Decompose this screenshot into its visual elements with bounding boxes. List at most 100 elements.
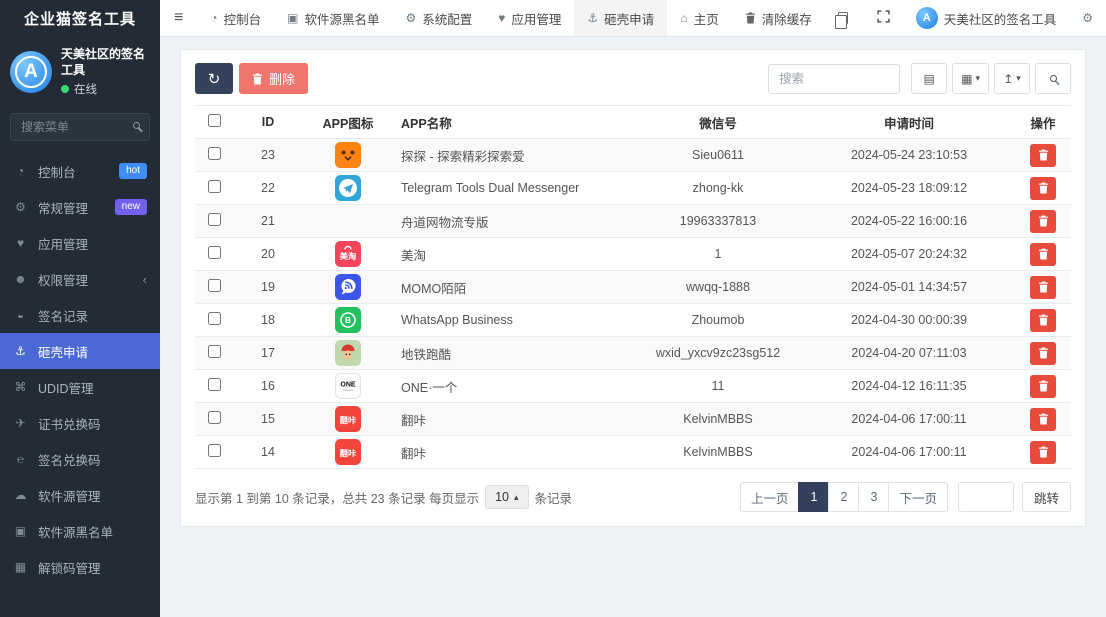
sidebar-item-udid[interactable]: ⌘ UDID管理 [0, 369, 160, 405]
row-delete-button[interactable] [1030, 176, 1056, 200]
page-button-2[interactable]: 2 [828, 482, 860, 512]
page-size-dropdown[interactable]: 10 ▴ [485, 485, 529, 509]
page-button-3[interactable]: 3 [858, 482, 890, 512]
caret-up-icon: ▴ [513, 491, 519, 502]
row-delete-button[interactable] [1030, 143, 1056, 167]
sidebar-item-general[interactable]: ⚙ 常规管理 new [0, 189, 160, 225]
row-checkbox[interactable] [207, 312, 221, 325]
row-checkbox[interactable] [207, 147, 221, 160]
avatar[interactable]: A [10, 50, 52, 93]
table-row: 19 MOMO陌陌 wwqq-1888 2024-05-01 14:34:57 [195, 270, 1071, 304]
record-summary-suffix: 条记录 [534, 491, 573, 506]
jump-page-input[interactable] [957, 482, 1014, 512]
sidebar-item-apps[interactable]: ♥ 应用管理 [0, 225, 160, 261]
sidebar-item-label: 软件源黑名单 [38, 525, 114, 540]
row-select-cell [195, 303, 233, 337]
row-delete-button[interactable] [1030, 209, 1056, 233]
table-card: ↻ 删除 ▤▦▾↥▾ ID APP图标 APP名称 微信号 申请时间 [180, 49, 1086, 527]
refresh-button[interactable]: ↻ [195, 63, 233, 94]
row-checkbox[interactable] [207, 246, 221, 259]
app-name: 美淘 [393, 237, 633, 271]
row-delete-button[interactable] [1030, 341, 1056, 365]
column-header-wechat: 微信号 [633, 105, 803, 139]
row-delete-button[interactable] [1030, 374, 1056, 398]
column-header-icon: APP图标 [303, 105, 393, 139]
row-delete-button[interactable] [1030, 407, 1056, 431]
jump-button[interactable]: 跳转 [1021, 482, 1071, 512]
sidebar: 企业猫签名工具 A 天美社区的签名工具 在线 ◔ 控制台 hot ⚙ 常规管理 new ♥ 应… [0, 0, 160, 617]
apply-time: 2024-05-23 18:09:12 [803, 171, 1015, 205]
row-checkbox[interactable] [207, 378, 221, 391]
clear-cache-link[interactable]: 清除缓存 [732, 0, 825, 36]
page-button-1[interactable]: 1 [798, 482, 830, 512]
row-icon-cell: 翻咔 [303, 435, 393, 469]
export-button[interactable]: ↥ ▾ [994, 63, 1030, 94]
top-navigation: ◔ 控制台 ▣ 软件源黑名单 ⚙ 系统配置 ♥ 应用管理 ⚓ 砸壳申请 [197, 0, 668, 36]
topbar: ≡ ◔ 控制台 ▣ 软件源黑名单 ⚙ 系统配置 ♥ 应用管理 ⚓ 砸壳申请 ⌂ 主页 清除缓存 A… [160, 0, 1106, 37]
bulk-delete-button[interactable]: 删除 [239, 63, 309, 94]
anchor-icon: ⚓ [587, 11, 599, 25]
row-delete-button[interactable] [1030, 242, 1056, 266]
row-checkbox[interactable] [207, 444, 221, 457]
refresh-icon: ↻ [207, 70, 221, 88]
row-actions-cell [1015, 138, 1071, 172]
wechat-id: KelvinMBBS [633, 435, 803, 469]
sidebar-item-cert-codes[interactable]: ✈ 证书兑换码 [0, 405, 160, 441]
table-search-input[interactable] [768, 63, 901, 94]
caret-down-icon: ▾ [975, 73, 980, 83]
copy-button[interactable] [825, 0, 864, 36]
sidebar-item-dashboard[interactable]: ◔ 控制台 hot [0, 153, 160, 189]
copy-icon [834, 12, 848, 29]
topnav-item-app-management[interactable]: ♥ 应用管理 [485, 0, 574, 36]
sidebar-item-sign-codes[interactable]: ℮ 签名兑换码 [0, 441, 160, 477]
content-area: ↻ 删除 ▤▦▾↥▾ ID APP图标 APP名称 微信号 申请时间 [160, 37, 1106, 617]
next-page-button[interactable]: 下一页 [888, 482, 948, 512]
row-checkbox[interactable] [207, 213, 221, 226]
row-delete-button[interactable] [1030, 440, 1056, 464]
row-checkbox[interactable] [207, 180, 221, 193]
row-actions-cell [1015, 336, 1071, 370]
sidebar-item-unlock-codes[interactable]: ▦ 解锁码管理 [0, 549, 160, 585]
settings-button[interactable]: ⚙ [1069, 0, 1106, 36]
sidebar-item-dump-request[interactable]: ⚓ 砸壳申请 [0, 333, 160, 370]
wechat-id: 19963337813 [633, 204, 803, 238]
row-checkbox[interactable] [207, 411, 221, 424]
topnav-item-system-config[interactable]: ⚙ 系统配置 [392, 0, 485, 36]
cogs-icon: ⚙ [15, 200, 26, 215]
fullscreen-button[interactable] [864, 0, 903, 36]
prev-page-button[interactable]: 上一页 [739, 482, 800, 512]
topnav-item-source-blacklist[interactable]: ▣ 软件源黑名单 [274, 0, 392, 36]
row-checkbox[interactable] [207, 279, 221, 292]
table-row: 14 翻咔 翻咔 KelvinMBBS 2024-04-06 17:00:11 [195, 435, 1071, 469]
select-all-checkbox[interactable] [207, 114, 221, 127]
apply-time: 2024-04-20 07:11:03 [803, 336, 1015, 370]
row-checkbox[interactable] [207, 345, 221, 358]
hamburger-icon[interactable]: ≡ [160, 0, 197, 36]
search-button[interactable] [1035, 63, 1071, 94]
topnav-item-dump-request[interactable]: ⚓ 砸壳申请 [574, 0, 668, 36]
sidebar-item-sign-records[interactable]: ◒ 签名记录 [0, 297, 160, 333]
sidebar-item-sources[interactable]: ☁ 软件源管理 [0, 477, 160, 513]
table-row: 16 ONE ONE·一个 11 2024-04-12 16:11:35 [195, 369, 1071, 403]
search-icon [1049, 75, 1057, 82]
caret-down-icon: ▾ [1016, 73, 1021, 83]
users-icon: ☻ [14, 272, 27, 287]
app-name: WhatsApp Business [393, 303, 633, 337]
row-icon-cell: B [303, 303, 393, 337]
apply-time: 2024-04-12 16:11:35 [803, 369, 1015, 403]
detail-view-button[interactable]: ▤ [911, 63, 948, 94]
sidebar-item-permissions[interactable]: ☻ 权限管理 ‹ [0, 261, 160, 297]
table-row: 23 探探 - 探索精彩探索爱 Sieu0611 2024-05-24 23:10:5… [195, 138, 1071, 172]
columns-button[interactable]: ▦ ▾ [952, 63, 989, 94]
topnav-label: 软件源黑名单 [304, 12, 380, 27]
row-delete-button[interactable] [1030, 308, 1056, 332]
sidebar-item-source-blacklist[interactable]: ▣ 软件源黑名单 [0, 513, 160, 549]
home-link[interactable]: ⌂ 主页 [667, 0, 731, 36]
brand-title: 企业猫签名工具 [23, 11, 136, 28]
sidebar-search-input[interactable] [10, 113, 150, 142]
user-menu[interactable]: A 天美社区的签名工具 [903, 0, 1070, 36]
row-delete-button[interactable] [1030, 275, 1056, 299]
topnav-item-dashboard[interactable]: ◔ 控制台 [197, 0, 274, 36]
heart-icon: ♥ [16, 236, 25, 251]
row-id: 20 [233, 237, 303, 271]
